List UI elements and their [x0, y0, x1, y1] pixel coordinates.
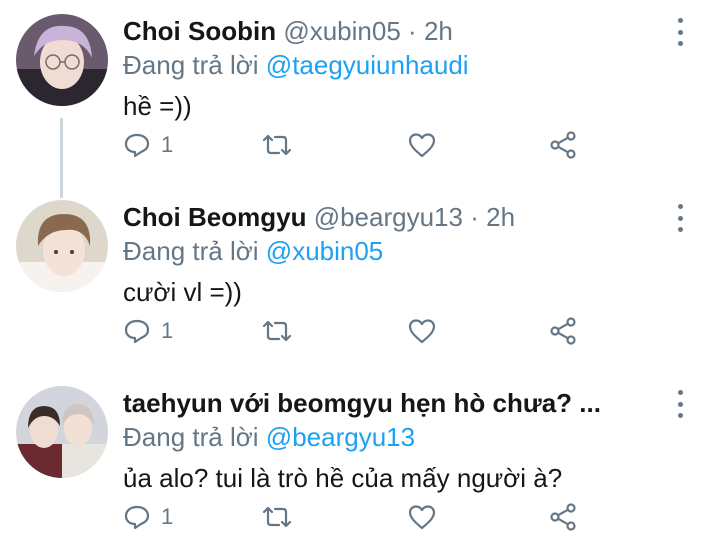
- reply-count: 1: [161, 318, 174, 343]
- like-button[interactable]: [407, 500, 437, 534]
- retweet-icon: [262, 506, 292, 528]
- replying-to: Đang trả lời @xubin05: [123, 234, 680, 268]
- tweet-actions: 1: [123, 500, 593, 534]
- reply-icon: [124, 319, 150, 344]
- replying-to: Đang trả lời @beargyu13: [123, 420, 680, 454]
- share-icon: [550, 131, 576, 159]
- share-icon: [550, 503, 576, 531]
- mention-link[interactable]: @xubin05: [266, 236, 383, 266]
- user-handle[interactable]: @xubin05: [283, 16, 400, 46]
- tweet-actions: 1: [123, 314, 593, 348]
- tweet-text: ủa alo? tui là trò hề của mấy người à?: [123, 463, 563, 493]
- like-icon: [408, 505, 436, 530]
- reply-icon: [124, 133, 150, 158]
- share-button[interactable]: [548, 128, 578, 162]
- separator-dot: ·: [408, 16, 417, 46]
- replying-to: Đang trả lời @taegyuiunhaudi: [123, 48, 680, 82]
- tweet-item[interactable]: taehyun với beomgyu hẹn hò chưa? ... Đan…: [0, 372, 720, 558]
- avatar[interactable]: [16, 200, 108, 292]
- tweet-text: cười vl =)): [123, 277, 242, 307]
- retweet-button[interactable]: [261, 314, 293, 348]
- replying-to-label: Đang trả lời: [123, 422, 259, 452]
- timestamp[interactable]: 2h: [424, 16, 453, 46]
- tweet-actions: 1: [123, 128, 593, 162]
- more-options-icon[interactable]: [670, 204, 690, 232]
- tweet-text: hề =)): [123, 91, 192, 121]
- like-button[interactable]: [407, 128, 437, 162]
- reply-count: 1: [161, 132, 174, 157]
- tweet-header: Choi Beomgyu @beargyu13 · 2h: [123, 200, 680, 234]
- more-options-icon[interactable]: [670, 390, 690, 418]
- more-options-icon[interactable]: [670, 18, 690, 46]
- reply-icon: [124, 505, 150, 530]
- display-name[interactable]: Choi Soobin: [123, 16, 276, 46]
- reply-button[interactable]: 1: [123, 314, 173, 348]
- like-button[interactable]: [407, 314, 437, 348]
- display-name[interactable]: Choi Beomgyu: [123, 202, 306, 232]
- mention-link[interactable]: @beargyu13: [266, 422, 415, 452]
- retweet-icon: [262, 320, 292, 342]
- share-button[interactable]: [548, 314, 578, 348]
- like-icon: [408, 133, 436, 158]
- share-button[interactable]: [548, 500, 578, 534]
- retweet-button[interactable]: [261, 500, 293, 534]
- replying-to-label: Đang trả lời: [123, 50, 259, 80]
- tweet-header: Choi Soobin @xubin05 · 2h: [123, 14, 680, 48]
- mention-link[interactable]: @taegyuiunhaudi: [266, 50, 469, 80]
- reply-button[interactable]: 1: [123, 500, 173, 534]
- replying-to-label: Đang trả lời: [123, 236, 259, 266]
- tweet-item[interactable]: Choi Beomgyu @beargyu13 · 2h Đang trả lờ…: [0, 186, 720, 372]
- retweet-icon: [262, 134, 292, 156]
- display-name[interactable]: taehyun với beomgyu hẹn hò chưa? ...: [123, 388, 601, 418]
- reply-count: 1: [161, 504, 174, 529]
- tweet-item[interactable]: Choi Soobin @xubin05 · 2h Đang trả lời @…: [0, 0, 720, 186]
- avatar[interactable]: [16, 386, 108, 478]
- avatar[interactable]: [16, 14, 108, 106]
- reply-button[interactable]: 1: [123, 128, 173, 162]
- tweet-header: taehyun với beomgyu hẹn hò chưa? ...: [123, 386, 680, 420]
- retweet-button[interactable]: [261, 128, 293, 162]
- user-handle[interactable]: @beargyu13: [314, 202, 463, 232]
- timestamp[interactable]: 2h: [486, 202, 515, 232]
- share-icon: [550, 317, 576, 345]
- like-icon: [408, 319, 436, 344]
- separator-dot: ·: [470, 202, 479, 232]
